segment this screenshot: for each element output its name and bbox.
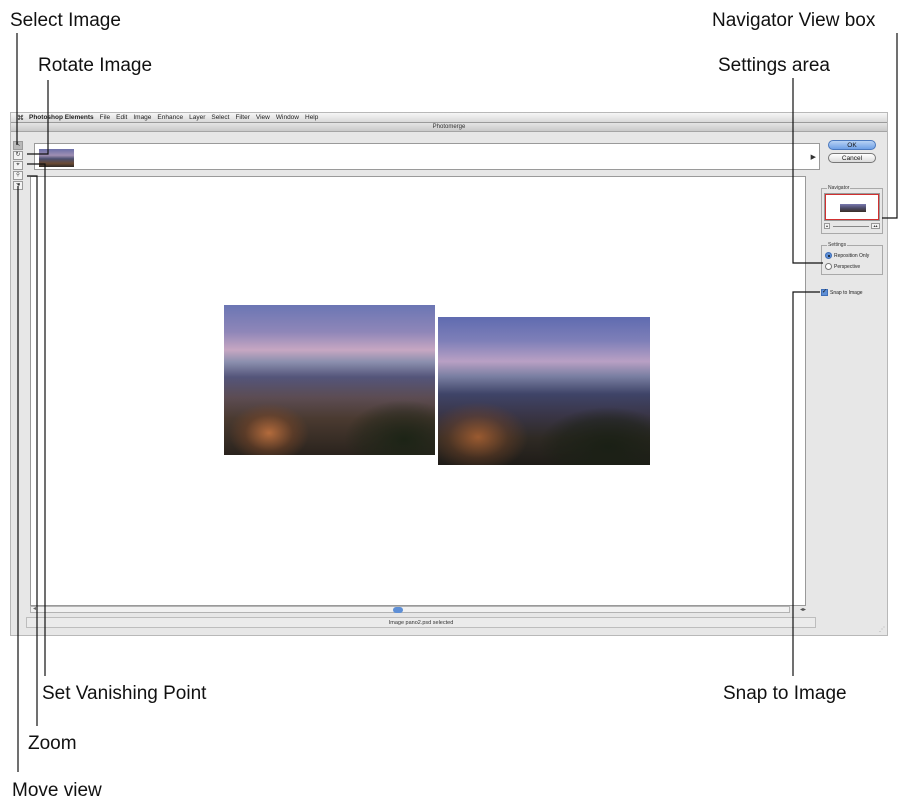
- callout-settings-area: Settings area: [718, 55, 830, 76]
- callout-set-vanishing-point: Set Vanishing Point: [42, 683, 207, 704]
- status-bar: Image pano2.psd selected: [26, 617, 816, 628]
- snap-to-image-option[interactable]: Snap to Image: [821, 288, 863, 296]
- menu-file[interactable]: File: [100, 114, 110, 121]
- apple-menu-icon[interactable]: ⌘: [17, 114, 24, 122]
- callout-navigator-view-box: Navigator View box: [712, 10, 876, 31]
- menu-image[interactable]: Image: [133, 114, 151, 121]
- menu-window[interactable]: Window: [276, 114, 299, 121]
- radio-label: Perspective: [834, 263, 861, 270]
- menu-filter[interactable]: Filter: [235, 114, 249, 121]
- cancel-button[interactable]: Cancel: [828, 153, 876, 163]
- toolbox: ↖ ↻ ⌖ ⚲ ☚: [13, 141, 24, 191]
- scroll-left-icon[interactable]: ◂: [33, 605, 36, 612]
- radio-reposition-only[interactable]: Reposition Only: [825, 252, 869, 259]
- menu-app-name[interactable]: Photoshop Elements: [29, 114, 94, 121]
- arrows-icon[interactable]: ◂▸: [790, 606, 806, 613]
- callout-rotate-image: Rotate Image: [38, 55, 153, 76]
- menu-select[interactable]: Select: [211, 114, 229, 121]
- horizontal-scrollbar[interactable]: ◂: [30, 606, 790, 613]
- navigator-zoom-controls: ▴ ▴▴: [824, 223, 880, 229]
- lightbox-strip: ▶: [34, 143, 820, 170]
- callout-move-view: Move view: [12, 780, 102, 801]
- zoom-in-icon[interactable]: ▴▴: [871, 223, 880, 229]
- window-title: Photomerge: [11, 123, 887, 132]
- chevron-right-icon[interactable]: ▶: [811, 153, 816, 161]
- panorama-image-right[interactable]: [438, 317, 650, 465]
- scroll-thumb[interactable]: [393, 607, 403, 613]
- radio-perspective[interactable]: Perspective: [825, 263, 860, 270]
- set-vanishing-point-tool[interactable]: ⌖: [13, 161, 23, 170]
- snap-to-image-label: Snap to Image: [830, 289, 863, 296]
- composition-canvas[interactable]: [30, 176, 806, 606]
- radio-button[interactable]: [825, 252, 832, 259]
- navigator-panel: Navigator ▴ ▴▴: [821, 185, 883, 234]
- callout-snap-to-image: Snap to Image: [723, 683, 847, 704]
- navigator-zoom-slider[interactable]: [833, 226, 869, 227]
- zoom-out-icon[interactable]: ▴: [824, 223, 830, 229]
- snap-to-image-checkbox[interactable]: [821, 288, 828, 296]
- resize-grip-icon[interactable]: ⋰: [879, 626, 885, 633]
- settings-panel: Settings Reposition Only Perspective: [821, 242, 883, 275]
- radio-label: Reposition Only: [834, 252, 870, 259]
- navigator-box[interactable]: [824, 193, 880, 221]
- photomerge-screenshot: ⌘ Photoshop Elements File Edit Image Enh…: [10, 112, 888, 636]
- callout-select-image: Select Image: [10, 10, 121, 31]
- panorama-image-left[interactable]: [224, 305, 435, 455]
- menu-bar: ⌘ Photoshop Elements File Edit Image Enh…: [11, 113, 887, 123]
- navigator-thumbnail: [840, 204, 866, 212]
- menu-layer[interactable]: Layer: [189, 114, 205, 121]
- select-image-tool[interactable]: ↖: [13, 141, 23, 150]
- ok-button[interactable]: OK: [828, 140, 876, 150]
- menu-enhance[interactable]: Enhance: [157, 114, 183, 121]
- navigator-label: Navigator: [827, 185, 851, 191]
- zoom-tool[interactable]: ⚲: [13, 171, 23, 180]
- settings-label: Settings: [827, 242, 848, 248]
- menu-view[interactable]: View: [256, 114, 270, 121]
- menu-help[interactable]: Help: [305, 114, 318, 121]
- lightbox-thumbnail[interactable]: [39, 149, 74, 167]
- rotate-image-tool[interactable]: ↻: [13, 151, 23, 160]
- move-view-tool[interactable]: ☚: [13, 181, 23, 190]
- callout-zoom: Zoom: [28, 733, 77, 754]
- right-panel: OK Cancel Navigator ▴ ▴▴ Settings Reposi…: [821, 140, 885, 296]
- menu-edit[interactable]: Edit: [116, 114, 127, 121]
- radio-button[interactable]: [825, 263, 832, 270]
